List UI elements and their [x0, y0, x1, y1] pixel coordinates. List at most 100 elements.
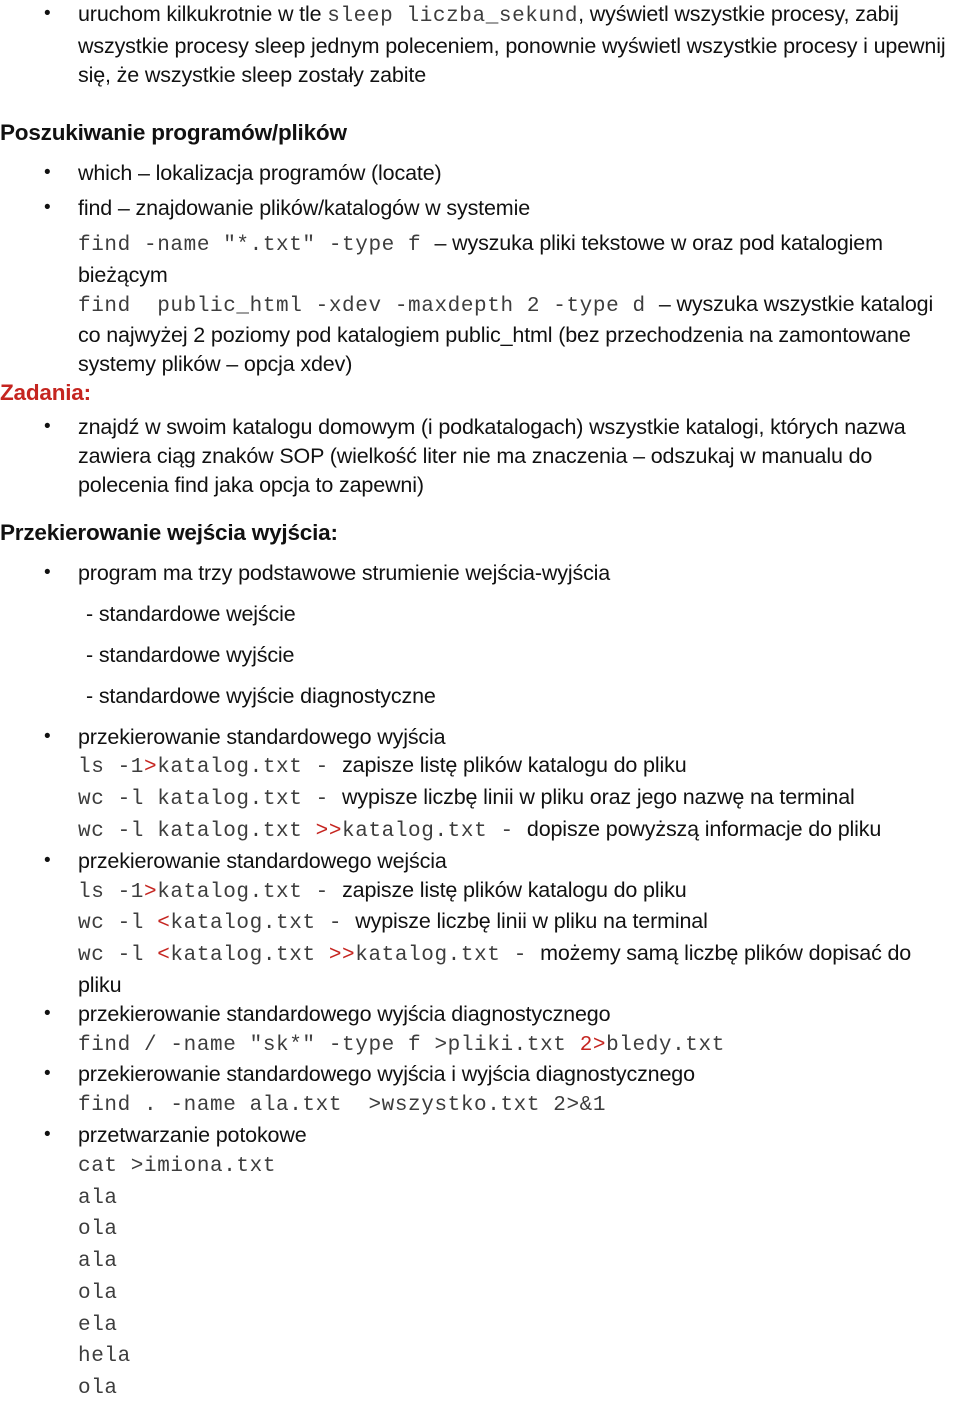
command-text-run: wc -l [78, 944, 158, 968]
bullet-icon: • [44, 415, 51, 437]
redirect-operator: < [157, 944, 171, 968]
body-text-run: przekierowanie standardowego wejścia [78, 848, 447, 873]
command-line: wc -l <katalog.txt >>katalog.txt - możem… [0, 939, 960, 1000]
command-line: ela [0, 1309, 960, 1341]
bullet-icon: • [44, 162, 51, 184]
bullet-icon: • [44, 3, 51, 24]
bullet-icon: • [44, 849, 51, 871]
body-text-run: - standardowe wejście [86, 602, 296, 627]
command-text-run: wc -l [78, 912, 158, 936]
command-line: ola [0, 1277, 960, 1309]
command-text-run: katalog.txt [170, 944, 329, 968]
command-line: find / -name "sk*" -type f >pliki.txt 2>… [0, 1029, 960, 1061]
bullet-list-item: • przetwarzanie potokowe [0, 1121, 960, 1150]
command-text-run: katalog.txt [157, 880, 316, 904]
bullet-icon: • [44, 562, 51, 584]
sub-list-item: - standardowe wejście [0, 600, 960, 629]
bullet-list-item: • przekierowanie standardowego wejścia [0, 847, 960, 876]
bullet-icon: • [44, 725, 51, 747]
bullet-list-item: • which – lokalizacja programów (locate) [0, 159, 960, 188]
command-line: find . -name ala.txt >wszystko.txt 2>&1 [0, 1089, 960, 1121]
vertical-spacer [0, 711, 960, 723]
command-line: wc -l katalog.txt - wypisze liczbę linii… [0, 783, 960, 815]
section-heading: Poszukiwanie programów/plików [0, 120, 347, 146]
body-text-run: dopisze powyższą informacje do pliku [526, 816, 882, 841]
body-text-run: znajdź w swoim katalogu domowym (i podka… [78, 414, 912, 497]
command-text-run: - [315, 788, 343, 812]
command-line: ola [0, 1213, 960, 1245]
command-line: ala [0, 1182, 960, 1214]
redirect-operator: > [144, 756, 158, 780]
command-text-run: ela [78, 1313, 118, 1337]
bullet-list-item: • uruchom kilkukrotnie w tle sleep liczba… [0, 0, 960, 89]
body-text-run: przekierowanie standardowego wyjścia dia… [78, 1001, 611, 1026]
command-line: find -name "*.txt" -type f – wyszuka pli… [0, 229, 960, 290]
vertical-spacer [0, 629, 960, 641]
command-text-run: ola [78, 1377, 118, 1401]
body-text-run: - standardowe wyjście diagnostyczne [86, 683, 436, 708]
redirect-operator: >> [315, 819, 343, 843]
command-line: ls -1>katalog.txt - zapisze listę plików… [0, 876, 960, 908]
command-line: wc -l katalog.txt >>katalog.txt - dopisz… [0, 815, 960, 847]
bullet-icon: • [44, 1123, 51, 1145]
command-line: ola [0, 1372, 960, 1404]
command-text-run: ala [78, 1186, 118, 1210]
sub-list-item: - standardowe wyjście [0, 641, 960, 670]
command-line: ls -1>katalog.txt - zapisze listę plików… [0, 751, 960, 783]
slide-content: • uruchom kilkukrotnie w tle sleep liczba… [0, 0, 960, 1404]
vertical-spacer [0, 670, 960, 682]
command-text-run: katalog.txt [355, 944, 514, 968]
command-text-run: - [315, 880, 343, 904]
command-line: find public_html -xdev -maxdepth 2 -type… [0, 290, 960, 379]
command-text-run: ls -1 [78, 756, 145, 780]
command-text-run: find public_html -xdev -maxdepth 2 -type… [78, 294, 659, 318]
command-text-run: sleep liczba_sekund [327, 5, 579, 28]
command-text-run: - [513, 944, 541, 968]
body-text-run: which – lokalizacja programów (locate) [78, 161, 442, 186]
vertical-spacer [0, 89, 960, 119]
command-text-run: wc -l katalog.txt [78, 819, 316, 843]
command-text-run: ls -1 [78, 880, 145, 904]
command-text-run: find -name "*.txt" -type f [78, 233, 435, 257]
body-text-run: zapisze listę plików katalogu do pliku [342, 753, 687, 778]
sub-list-item: - standardowe wyjście diagnostyczne [0, 682, 960, 711]
command-text-run: katalog.txt [157, 756, 316, 780]
command-text-run: bledy.txt [606, 1033, 725, 1057]
bullet-icon: • [44, 197, 51, 219]
bullet-list-item: • przekierowanie standardowego wyjścia i … [0, 1060, 960, 1089]
command-text-run: ola [78, 1281, 118, 1305]
command-line: ala [0, 1245, 960, 1277]
body-text-run: wypisze liczbę linii w pliku oraz jego n… [342, 785, 855, 810]
body-text-run: przetwarzanie potokowe [78, 1122, 307, 1147]
body-text-run: przekierowanie standardowego wyjścia i w… [78, 1062, 695, 1087]
command-text-run: wc -l katalog.txt [78, 788, 316, 812]
slide-page: • uruchom kilkukrotnie w tle sleep liczba… [0, 0, 960, 1407]
body-text-run: - standardowe wyjście [86, 642, 295, 667]
bullet-list-item: • find – znajdowanie plików/katalogów w s… [0, 194, 960, 223]
bullet-list-item: • przekierowanie standardowego wyjścia [0, 723, 960, 752]
section-heading: Zadania: [0, 379, 91, 405]
body-text-run: uruchom kilkukrotnie w tle [78, 2, 328, 26]
vertical-spacer [0, 547, 960, 559]
vertical-spacer [0, 588, 960, 600]
body-text-run: find – znajdowanie plików/katalogów w sy… [78, 196, 531, 221]
body-text-run: zapisze listę plików katalogu do pliku [342, 877, 687, 902]
command-line: hela [0, 1340, 960, 1372]
command-text-run: ala [78, 1250, 118, 1274]
redirect-operator: < [157, 912, 171, 936]
bullet-icon: • [44, 1063, 51, 1085]
command-text-run: hela [78, 1345, 131, 1369]
bullet-list-item: • program ma trzy podstawowe strumienie w… [0, 559, 960, 588]
body-text-run: przekierowanie standardowego wyjścia [78, 724, 446, 749]
command-text-run: katalog.txt [170, 912, 329, 936]
bullet-list-item: • znajdź w swoim katalogu domowym (i podk… [0, 413, 960, 499]
bullet-icon: • [44, 1002, 51, 1024]
redirect-operator: > [144, 880, 158, 904]
bullet-list-item: • przekierowanie standardowego wyjścia di… [0, 1000, 960, 1029]
command-text-run: cat >imiona.txt [78, 1154, 277, 1178]
command-text-run: katalog.txt [342, 819, 501, 843]
body-text-run: program ma trzy podstawowe strumienie we… [78, 561, 611, 586]
command-line: wc -l <katalog.txt - wypisze liczbę lini… [0, 907, 960, 939]
command-line: cat >imiona.txt [0, 1150, 960, 1182]
vertical-spacer [0, 499, 960, 519]
